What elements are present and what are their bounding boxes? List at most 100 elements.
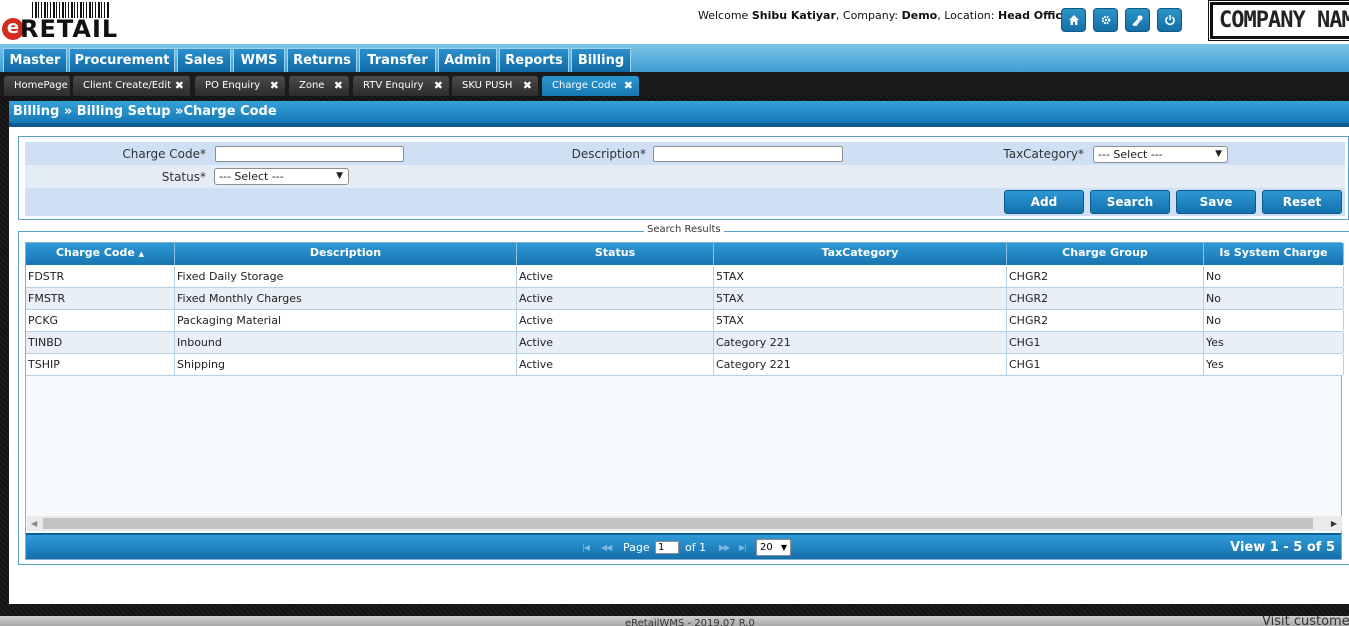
scrollbar-thumb[interactable] bbox=[43, 518, 1313, 529]
home-button[interactable] bbox=[1061, 8, 1086, 32]
menu-billing[interactable]: Billing bbox=[571, 48, 631, 72]
cell-tax-category: 5TAX bbox=[714, 288, 1007, 309]
tab-charge-code[interactable]: Charge Code ✖ bbox=[542, 76, 639, 96]
search-results-legend: Search Results bbox=[644, 224, 724, 235]
app-header: e RETAIL Welcome Shibu Katiyar, Company:… bbox=[0, 0, 1349, 44]
tab-label: PO Enquiry bbox=[205, 80, 261, 91]
cell-description: Packaging Material bbox=[175, 310, 517, 331]
visit-customer-link[interactable]: Visit customer bbox=[1262, 616, 1349, 626]
settings-button[interactable] bbox=[1093, 8, 1118, 32]
close-icon[interactable]: ✖ bbox=[175, 76, 184, 95]
main-menu: Master Procurement Sales WMS Returns Tra… bbox=[0, 44, 1349, 72]
charge-code-input[interactable] bbox=[215, 146, 404, 162]
chevron-down-icon: ▼ bbox=[780, 543, 787, 552]
column-header-charge-code[interactable]: Charge Code ▲ bbox=[26, 243, 175, 265]
close-icon[interactable]: ✖ bbox=[334, 76, 343, 95]
close-icon[interactable]: ✖ bbox=[624, 76, 633, 95]
page-number-input[interactable]: 1 bbox=[655, 541, 679, 554]
column-header-is-system-charge[interactable]: Is System Charge bbox=[1204, 243, 1344, 265]
chevron-down-icon: ▼ bbox=[1215, 149, 1222, 159]
results-grid: Charge Code ▲ Description Status TaxCate… bbox=[25, 242, 1344, 560]
tax-category-select[interactable]: --- Select --- ▼ bbox=[1093, 146, 1228, 163]
cell-charge-code: PCKG bbox=[26, 310, 175, 331]
column-header-description[interactable]: Description bbox=[175, 243, 517, 265]
cell-charge-group: CHGR2 bbox=[1007, 266, 1204, 287]
tab-rtv-enquiry[interactable]: RTV Enquiry ✖ bbox=[353, 76, 449, 96]
logo-wordmark: RETAIL bbox=[20, 15, 119, 43]
tab-label: Charge Code bbox=[552, 80, 617, 91]
status-select[interactable]: --- Select --- ▼ bbox=[214, 168, 349, 185]
cell-tax-category: 5TAX bbox=[714, 266, 1007, 287]
cell-is-system-charge: No bbox=[1204, 288, 1344, 309]
tax-category-label: TaxCategory* bbox=[1003, 147, 1084, 161]
cell-status: Active bbox=[517, 266, 714, 287]
open-tabs: HomePage Client Create/Edit ✖ PO Enquiry… bbox=[0, 72, 1349, 96]
tab-client-create-edit[interactable]: Client Create/Edit ✖ bbox=[73, 76, 190, 96]
sort-icon: ▲ bbox=[138, 250, 145, 258]
description-input[interactable] bbox=[653, 146, 843, 162]
menu-reports[interactable]: Reports bbox=[499, 48, 569, 72]
cell-description: Inbound bbox=[175, 332, 517, 353]
cell-charge-group: CHG1 bbox=[1007, 354, 1204, 375]
first-page-icon[interactable]: |◀ bbox=[582, 540, 590, 555]
welcome-text: Welcome Shibu Katiyar, Company: Demo, Lo… bbox=[698, 9, 1069, 22]
table-row[interactable]: PCKG Packaging Material Active 5TAX CHGR2 No bbox=[26, 310, 1344, 332]
tab-homepage[interactable]: HomePage bbox=[4, 76, 70, 96]
charge-code-label: Charge Code* bbox=[122, 147, 206, 161]
column-header-tax-category[interactable]: TaxCategory bbox=[714, 243, 1007, 265]
grid-pager: |◀ ◀◀ Page 1 of 1 ▶▶ ▶| 20 ▼ View 1 - 5 … bbox=[26, 533, 1341, 559]
company-logo: COMPANY NAME bbox=[1208, 0, 1349, 41]
cell-is-system-charge: No bbox=[1204, 310, 1344, 331]
menu-admin[interactable]: Admin bbox=[438, 48, 497, 72]
scroll-right-icon[interactable]: ▶ bbox=[1331, 516, 1337, 531]
table-row[interactable]: FDSTR Fixed Daily Storage Active 5TAX CHGR2 N… bbox=[26, 266, 1344, 288]
tab-zone[interactable]: Zone ✖ bbox=[289, 76, 349, 96]
next-page-icon[interactable]: ▶▶ bbox=[719, 540, 730, 555]
search-button[interactable]: Search bbox=[1090, 190, 1170, 214]
column-header-charge-group[interactable]: Charge Group bbox=[1007, 243, 1204, 265]
change-password-button[interactable] bbox=[1125, 8, 1150, 32]
menu-master[interactable]: Master bbox=[3, 48, 67, 72]
scroll-left-icon[interactable]: ◀ bbox=[31, 516, 37, 531]
column-header-status[interactable]: Status bbox=[517, 243, 714, 265]
table-row[interactable]: FMSTR Fixed Monthly Charges Active 5TAX CHGR… bbox=[26, 288, 1344, 310]
menu-returns[interactable]: Returns bbox=[287, 48, 357, 72]
status-label: Status* bbox=[161, 170, 206, 184]
key-icon bbox=[1131, 15, 1143, 26]
menu-wms[interactable]: WMS bbox=[233, 48, 285, 72]
logout-button[interactable] bbox=[1157, 8, 1182, 32]
location-label: , Location: bbox=[937, 9, 995, 22]
tab-sku-push[interactable]: SKU PUSH ✖ bbox=[452, 76, 538, 96]
menu-procurement[interactable]: Procurement bbox=[69, 48, 175, 72]
cell-charge-code: TSHIP bbox=[26, 354, 175, 375]
page-count-label: of 1 bbox=[685, 541, 707, 554]
chevron-down-icon: ▼ bbox=[336, 171, 343, 181]
cell-charge-group: CHGR2 bbox=[1007, 310, 1204, 331]
reset-button[interactable]: Reset bbox=[1262, 190, 1342, 214]
save-button[interactable]: Save bbox=[1176, 190, 1256, 214]
cell-charge-group: CHG1 bbox=[1007, 332, 1204, 353]
table-row[interactable]: TSHIP Shipping Active Category 221 CHG1 Yes bbox=[26, 354, 1344, 376]
menu-transfer[interactable]: Transfer bbox=[359, 48, 436, 72]
menu-sales[interactable]: Sales bbox=[177, 48, 231, 72]
cell-tax-category: Category 221 bbox=[714, 354, 1007, 375]
tax-category-selected: --- Select --- bbox=[1098, 148, 1163, 161]
tab-po-enquiry[interactable]: PO Enquiry ✖ bbox=[195, 76, 285, 96]
prev-page-icon[interactable]: ◀◀ bbox=[601, 540, 612, 555]
add-button[interactable]: Add bbox=[1004, 190, 1084, 214]
close-icon[interactable]: ✖ bbox=[270, 76, 279, 95]
page-size-select[interactable]: 20 ▼ bbox=[756, 539, 791, 556]
close-icon[interactable]: ✖ bbox=[523, 76, 532, 95]
gear-icon bbox=[1101, 15, 1110, 25]
table-row[interactable]: TINBD Inbound Active Category 221 CHG1 Yes bbox=[26, 332, 1344, 354]
cell-description: Fixed Daily Storage bbox=[175, 266, 517, 287]
close-icon[interactable]: ✖ bbox=[434, 76, 443, 95]
header-actions bbox=[1061, 8, 1182, 32]
home-icon bbox=[1068, 15, 1079, 25]
cell-status: Active bbox=[517, 332, 714, 353]
breadcrumb: Billing » Billing Setup »Charge Code bbox=[9, 101, 1349, 127]
last-page-icon[interactable]: ▶| bbox=[739, 540, 747, 555]
horizontal-scrollbar[interactable]: ◀ ▶ bbox=[27, 516, 1342, 531]
status-selected: --- Select --- bbox=[219, 170, 284, 183]
cell-description: Fixed Monthly Charges bbox=[175, 288, 517, 309]
